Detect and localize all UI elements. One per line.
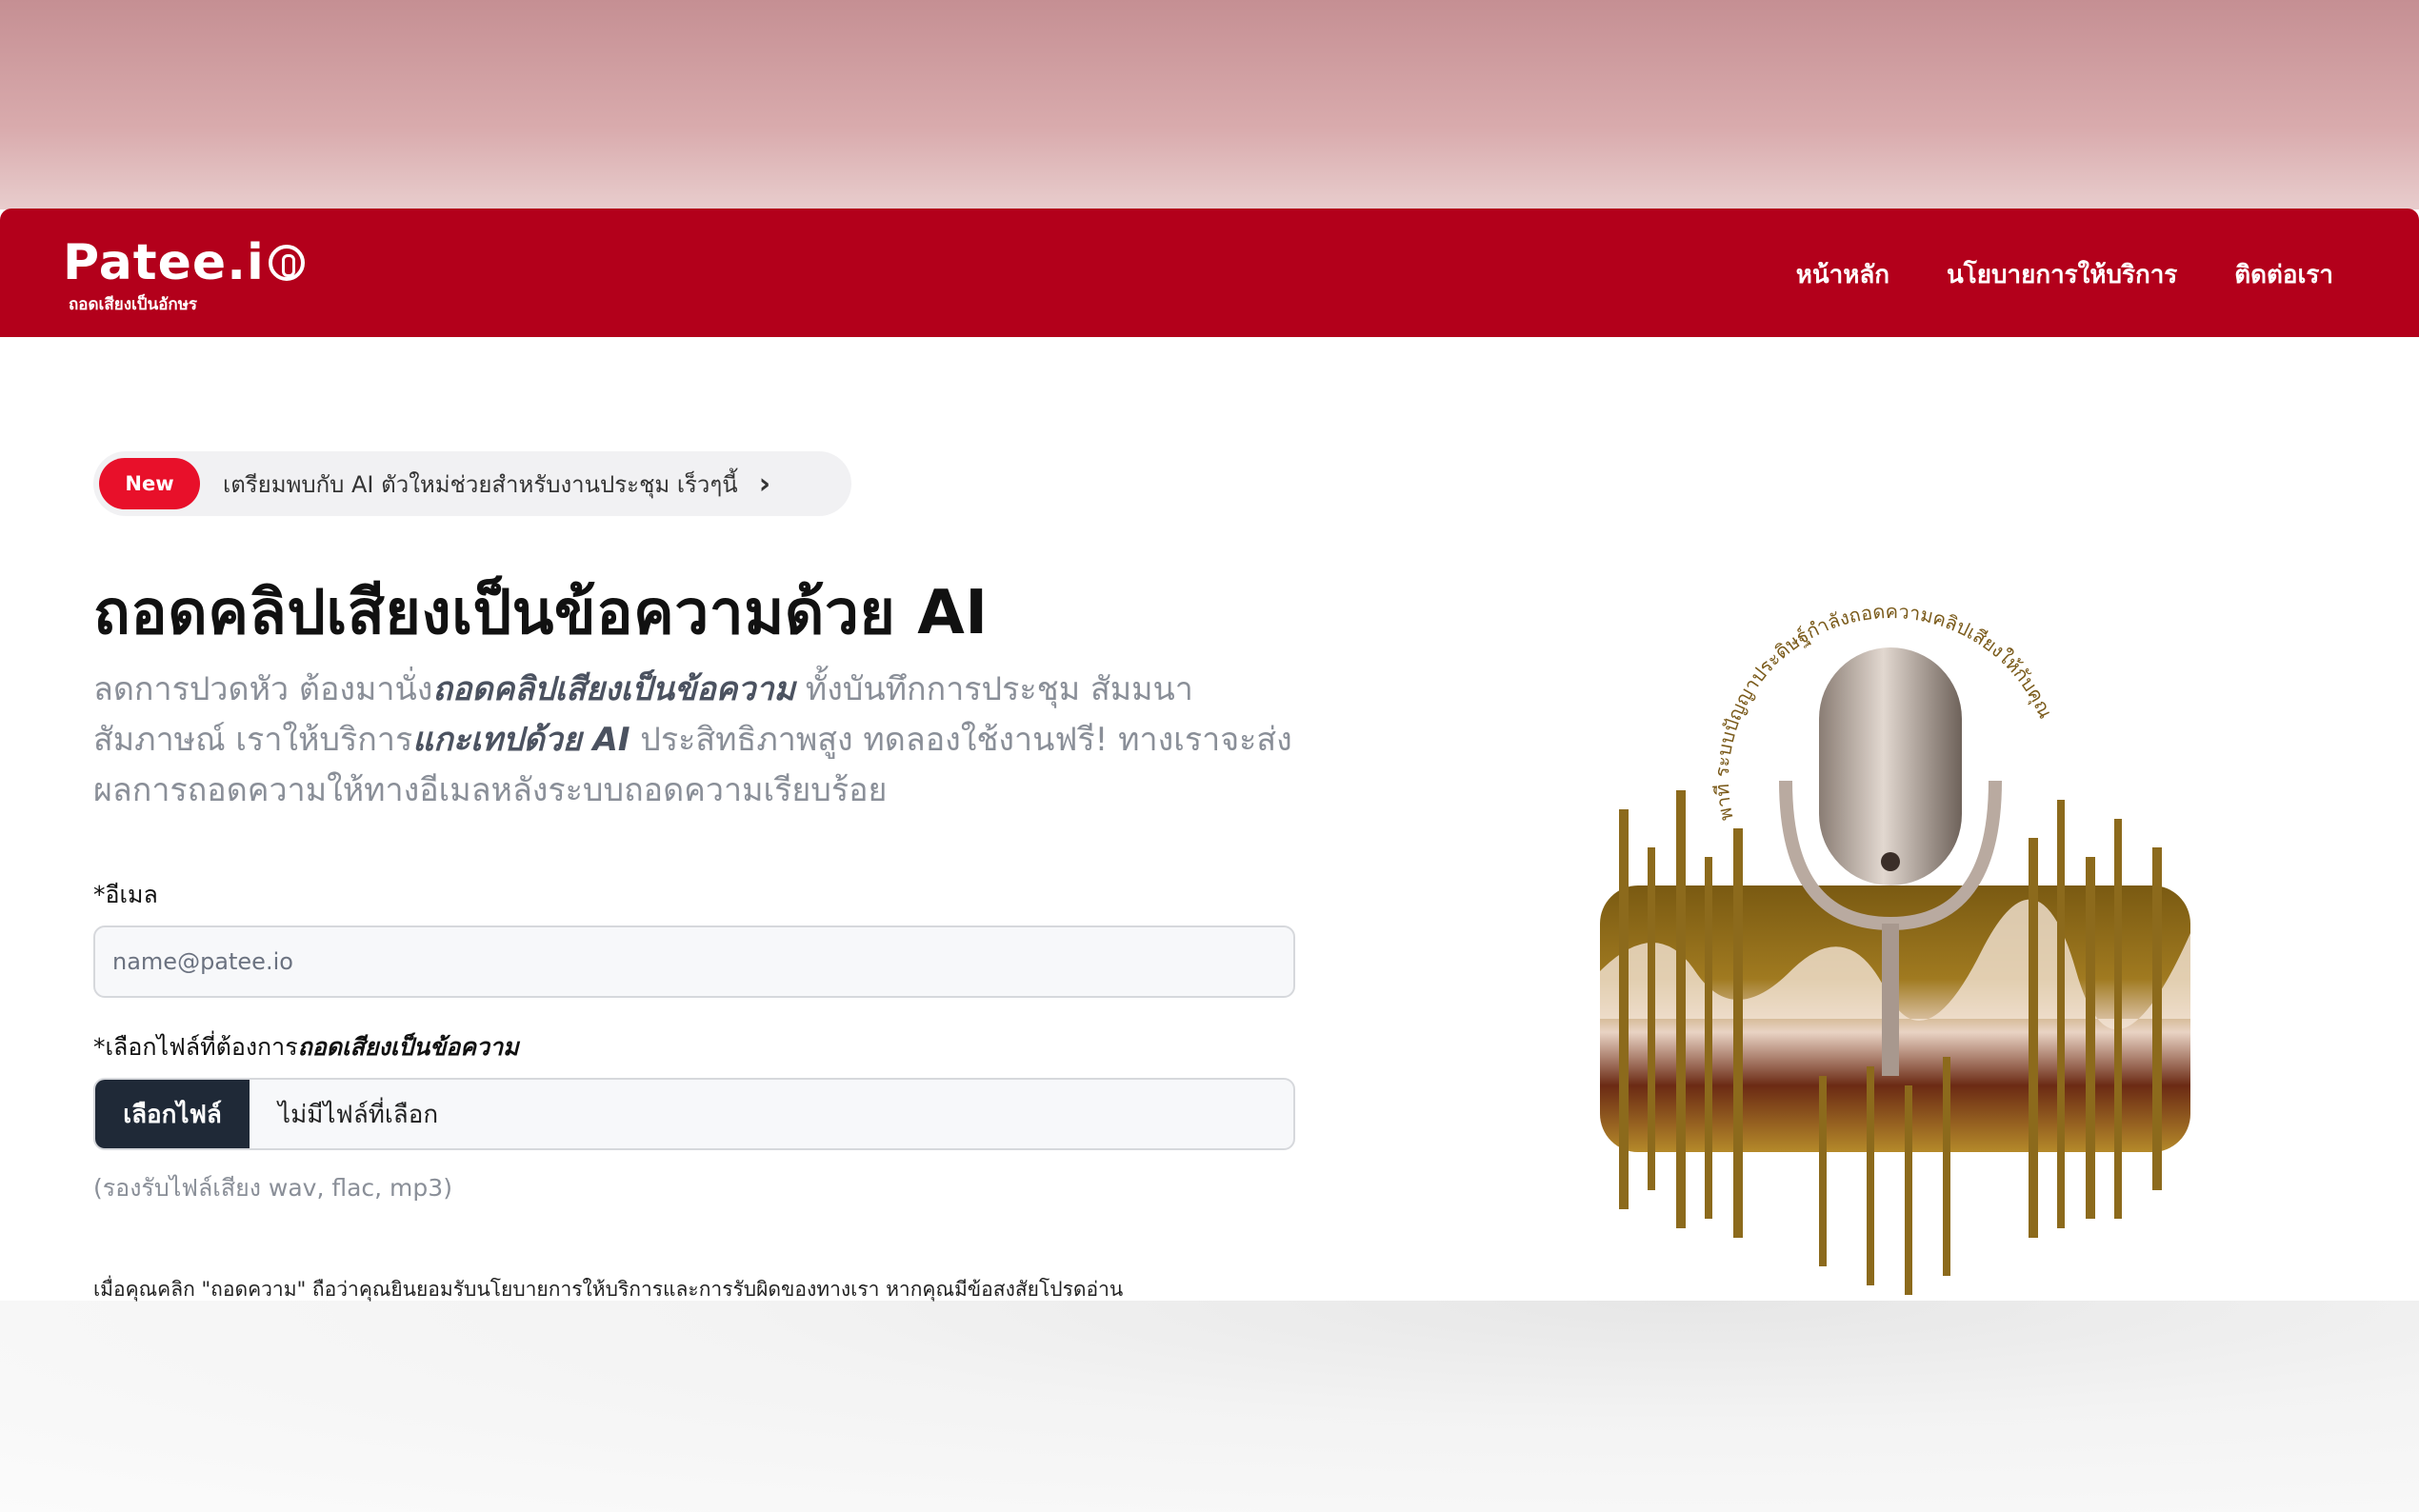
- file-status: ไม่มีไฟล์ที่เลือก: [278, 1100, 439, 1129]
- announcement-text: เตรียมพบกับ AI ตัวใหม่ช่วยสำหรับงานประชุ…: [223, 470, 738, 498]
- file-label-emphasis: ถอดเสียงเป็นข้อความ: [297, 1033, 519, 1061]
- file-format-hint: (รองรับไฟล์เสียง wav, flac, mp3): [93, 1174, 452, 1202]
- chevron-right-icon: ›: [758, 467, 771, 501]
- page-title: ถอดคลิปเสียงเป็นข้อความด้วย AI: [93, 578, 989, 648]
- desc-emphasis-1: ถอดคลิปเสียงเป็นข้อความ: [432, 670, 795, 708]
- file-label: *เลือกไฟล์ที่ต้องการถอดเสียงเป็นข้อความ: [93, 1028, 519, 1066]
- top-backdrop: [0, 0, 2419, 214]
- bottom-backdrop: [0, 1301, 2419, 1512]
- microphone-waveform-illustration: พาที ระบบปัญญาประดิษฐ์กำลังถอดความคลิปเส…: [1600, 600, 2190, 1295]
- desc-part-1: ลดการปวดหัว ต้องมานั่ง: [93, 670, 433, 708]
- nav-service-policy[interactable]: นโยบายการให้บริการ: [1947, 255, 2177, 294]
- microphone-logo-icon: [268, 245, 305, 281]
- new-badge: New: [99, 458, 200, 509]
- logo[interactable]: Patee.i ถอดเสียงเป็นอักษร: [63, 236, 305, 317]
- nav-contact[interactable]: ติดต่อเรา: [2234, 255, 2333, 294]
- choose-file-button[interactable]: เลือกไฟล์: [95, 1080, 250, 1148]
- logo-text: Patee.i: [63, 234, 265, 291]
- hero-description: ลดการปวดหัว ต้องมานั่งถอดคลิปเสียงเป็นข้…: [93, 665, 1303, 816]
- terms-notice: เมื่อคุณคลิก "ถอดความ" ถือว่าคุณยินยอมรั…: [93, 1278, 1124, 1301]
- email-field[interactable]: [93, 925, 1295, 998]
- file-picker[interactable]: เลือกไฟล์ ไม่มีไฟล์ที่เลือก: [93, 1078, 1295, 1150]
- logo-tagline: ถอดเสียงเป็นอักษร: [69, 295, 198, 314]
- desc-emphasis-2: แกะเทปด้วย AI: [412, 721, 630, 759]
- nav-home[interactable]: หน้าหลัก: [1796, 255, 1889, 294]
- file-label-prefix: *เลือกไฟล์ที่ต้องการ: [93, 1033, 298, 1061]
- email-label: *อีเมล: [93, 881, 158, 908]
- nav-menu: หน้าหลัก นโยบายการให้บริการ ติดต่อเรา: [1796, 255, 2333, 294]
- announcement-banner[interactable]: New เตรียมพบกับ AI ตัวใหม่ช่วยสำหรับงานป…: [93, 451, 851, 516]
